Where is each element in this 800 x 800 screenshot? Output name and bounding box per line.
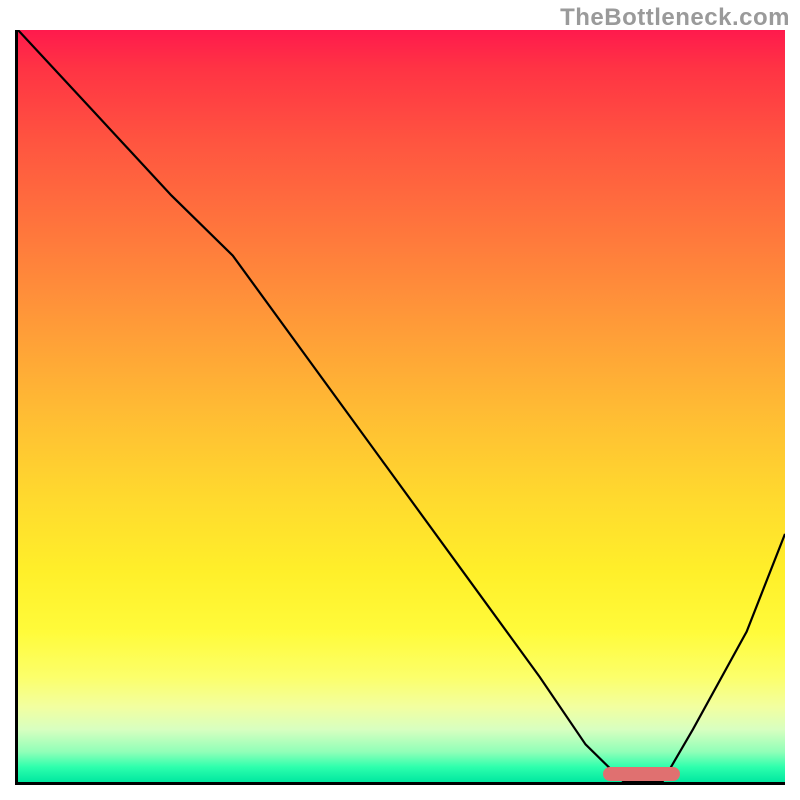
watermark-text: TheBottleneck.com <box>560 4 790 32</box>
plot-area <box>15 30 785 785</box>
line-svg <box>18 30 785 782</box>
optimal-range-marker <box>603 767 680 781</box>
bottleneck-curve-path <box>18 30 785 782</box>
chart-container: TheBottleneck.com <box>0 0 800 800</box>
